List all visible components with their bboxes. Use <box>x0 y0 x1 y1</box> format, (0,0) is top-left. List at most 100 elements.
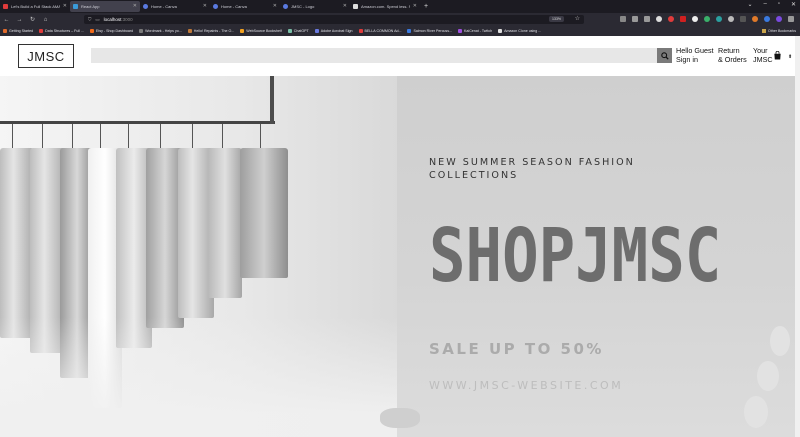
tab-5[interactable]: Amazon.com. Spend less. Smi...✕ <box>350 1 420 12</box>
home-icon[interactable]: ⌂ <box>42 17 49 23</box>
tab-4[interactable]: JMSC - Logo ✕ <box>280 1 350 12</box>
tab-label: Let's Build a Full Stack AMAZ... <box>11 3 60 9</box>
scroll-arrows-icon[interactable]: ⬍ <box>788 54 792 60</box>
bookmark-label: BELLA COMMON Ad... <box>364 29 402 33</box>
shopping-bag-icon[interactable] <box>773 51 782 60</box>
your-label: Your <box>753 46 768 55</box>
url-host: localhost <box>103 17 122 22</box>
bookmark-item[interactable]: Etsy - Shop Dashboard <box>89 29 134 33</box>
orders-label: & Orders <box>718 55 747 64</box>
extension-blue-icon[interactable] <box>764 16 770 22</box>
bookmark-item[interactable]: WebSource Bookshelf <box>240 29 282 33</box>
extension-orange-icon[interactable] <box>752 16 758 22</box>
page-icon: ▭ <box>95 16 100 22</box>
maximize-icon[interactable]: ▫ <box>778 1 780 8</box>
decorative-shape <box>380 408 420 428</box>
your-jmsc-link[interactable]: Your JMSC <box>753 46 773 64</box>
bookmark-item[interactable]: Amazon Clone using ... <box>498 29 541 33</box>
tab-label: Home - Canva <box>221 3 247 9</box>
close-icon[interactable]: ✕ <box>133 3 137 9</box>
minimize-icon[interactable]: – <box>763 1 766 8</box>
account-signin-link[interactable]: Hello Guest Sign in <box>676 46 714 64</box>
search-button[interactable] <box>657 48 672 63</box>
canva-icon <box>143 3 148 9</box>
close-icon[interactable]: ✕ <box>343 3 347 9</box>
back-icon[interactable]: ← <box>3 17 10 23</box>
close-icon[interactable]: ✕ <box>413 3 417 9</box>
download-icon[interactable] <box>632 16 638 22</box>
close-window-icon[interactable]: ✕ <box>791 1 796 8</box>
folder-icon <box>762 29 767 33</box>
tagline-line-1: NEW SUMMER SEASON FASHION <box>429 157 635 168</box>
forward-icon[interactable]: → <box>16 17 23 23</box>
tab-label: Amazon.com. Spend less. Smi... <box>361 3 410 9</box>
extension-gray-icon[interactable] <box>728 16 734 22</box>
bookmark-item[interactable]: BELLA COMMON Ad... <box>358 29 402 33</box>
bookmark-item[interactable]: Hello! Repaints - The O... <box>187 29 234 33</box>
zoom-indicator[interactable]: 133% <box>549 16 564 22</box>
tab-3[interactable]: Home - Canva ✕ <box>210 1 280 12</box>
extension-white-icon[interactable] <box>692 16 698 22</box>
bookmark-label: Wordmark - Helps yo... <box>145 29 182 33</box>
bookmark-item[interactable]: Getting Started <box>3 29 33 33</box>
close-icon[interactable]: ✕ <box>273 3 277 9</box>
tab-1[interactable]: React App ✕ <box>70 0 140 12</box>
image-fade <box>0 317 397 437</box>
close-icon[interactable]: ✕ <box>203 3 207 9</box>
bookmarks-bar: Getting Started Data Structures – Full .… <box>0 26 800 36</box>
profile-icon[interactable] <box>656 16 662 22</box>
site-logo[interactable]: JMSC <box>18 44 74 68</box>
extension-blocker-icon[interactable] <box>680 16 686 22</box>
site-header: JMSC Hello Guest Sign in Return & Orders… <box>0 36 800 76</box>
extension-green-icon[interactable] <box>704 16 710 22</box>
other-bookmarks[interactable]: Other Bookmarks <box>762 26 796 36</box>
tab-label: React App <box>81 3 100 9</box>
hero-tagline: NEW SUMMER SEASON FASHION COLLECTIONS <box>429 156 649 182</box>
window-controls: ⌄ – ▫ ✕ <box>747 1 796 8</box>
search-input[interactable] <box>91 48 657 63</box>
bookmark-icon <box>498 29 503 33</box>
nav-toolbar: ← → ↻ ⌂ ⛉ ▭ localhost:3000 133% ☆ <box>0 13 800 26</box>
bookmark-label: Amazon Clone using ... <box>504 29 542 33</box>
extensions-puzzle-icon[interactable] <box>788 16 794 22</box>
pocket-icon[interactable] <box>620 16 626 22</box>
bookmark-label: Adobe Acrobat Sign <box>320 29 353 33</box>
bookmark-item[interactable]: Wordmark - Helps yo... <box>139 29 182 33</box>
tab-label: JMSC - Logo <box>291 3 315 9</box>
bookmark-star-icon[interactable]: ☆ <box>575 15 580 22</box>
returns-label: Return <box>718 46 740 55</box>
tab-label: Home - Canva <box>151 3 177 9</box>
hero-banner[interactable]: NEW SUMMER SEASON FASHION COLLECTIONS SH… <box>0 76 795 437</box>
chevron-down-icon[interactable]: ⌄ <box>747 1 752 8</box>
logo-text: JMSC <box>27 48 65 64</box>
hero-sale-text: SALE UP TO 50% <box>429 340 604 358</box>
extension-dark-icon[interactable] <box>740 16 746 22</box>
reload-icon[interactable]: ↻ <box>29 16 36 23</box>
bookmark-item[interactable]: KaiCenat - Twitch <box>458 29 492 33</box>
extension-purple-icon[interactable] <box>776 16 782 22</box>
tab-2[interactable]: Home - Canva ✕ <box>140 1 210 12</box>
garment <box>208 148 242 298</box>
hero-brand-title: SHOPJMSC <box>429 213 722 299</box>
tab-0[interactable]: Let's Build a Full Stack AMAZ...✕ <box>0 1 70 12</box>
youtube-icon <box>3 3 8 9</box>
clothing-rail-post <box>270 76 274 124</box>
address-bar[interactable]: ⛉ ▭ localhost:3000 133% ☆ <box>84 15 584 24</box>
close-icon[interactable]: ✕ <box>63 3 67 9</box>
library-icon[interactable] <box>644 16 650 22</box>
returns-orders-link[interactable]: Return & Orders <box>718 46 747 64</box>
bookmark-label: Salmon River Percuss... <box>413 29 453 33</box>
bookmark-item[interactable]: Salmon River Percuss... <box>407 29 452 33</box>
bookmark-label: KaiCenat - Twitch <box>464 29 493 33</box>
jmsc-label: JMSC <box>753 55 773 64</box>
page-scrollbar[interactable] <box>795 36 800 437</box>
new-tab-button[interactable]: + <box>420 3 432 10</box>
bookmark-icon <box>139 29 144 33</box>
bookmark-item[interactable]: Data Structures – Full ... <box>39 29 84 33</box>
extension-red-icon[interactable] <box>668 16 674 22</box>
bookmark-item[interactable]: Adobe Acrobat Sign <box>314 29 353 33</box>
shield-icon[interactable]: ⛉ <box>88 17 91 22</box>
bookmark-label: Etsy - Shop Dashboard <box>95 29 134 33</box>
bookmark-item[interactable]: ChatGPT <box>287 29 309 33</box>
extension-teal-icon[interactable] <box>716 16 722 22</box>
